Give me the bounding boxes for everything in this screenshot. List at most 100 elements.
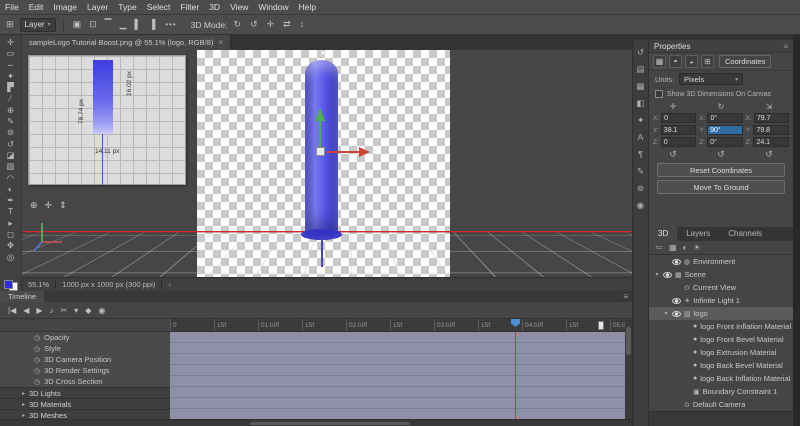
menu-item[interactable]: Help bbox=[294, 0, 321, 15]
zoom-level[interactable]: 55.1% bbox=[28, 280, 49, 289]
cap-properties-icon[interactable]: ◒ bbox=[685, 55, 698, 68]
reset-rotation-y-icon[interactable]: ↺ bbox=[717, 149, 725, 160]
close-icon[interactable]: × bbox=[218, 38, 223, 47]
timeline-group-row[interactable]: ▸ 3D Materials bbox=[0, 398, 170, 409]
timeline-vertical-scrollbar[interactable] bbox=[625, 319, 632, 419]
secondary-view-camera-icon[interactable]: ⊕ bbox=[30, 200, 38, 211]
3d-widget-pivot-cube[interactable] bbox=[316, 147, 325, 156]
timeline-panel-tab[interactable]: Timeline bbox=[0, 291, 44, 302]
tree-item-logo-back-bevel-material[interactable]: ● logo Back Bevel Material bbox=[649, 359, 793, 372]
split-at-playhead-button[interactable]: ✂ bbox=[61, 306, 68, 315]
transition-button[interactable]: ◆ bbox=[85, 306, 91, 315]
canvas-viewport[interactable]: ☀ 78.74 px 16.02 px 14.11 px ⊕✛⇕ bbox=[22, 50, 632, 277]
visibility-eye-icon[interactable] bbox=[672, 298, 681, 304]
timeline-property-row[interactable]: ◷ Opacity bbox=[0, 332, 170, 343]
orbit-3d-camera-icon[interactable]: ↻ bbox=[232, 19, 244, 30]
timeline-group-row[interactable]: ▸ 3D Lights bbox=[0, 387, 170, 398]
tree-item-logo-extrusion-material[interactable]: ● logo Extrusion Material bbox=[649, 346, 793, 359]
character-panel-icon[interactable]: A bbox=[638, 133, 644, 142]
current-tool-icon[interactable]: ⊞ bbox=[4, 19, 16, 30]
paragraph-panel-icon[interactable]: ¶ bbox=[638, 150, 643, 159]
move-to-ground-button[interactable]: Move To Ground bbox=[657, 180, 785, 194]
tree-item-logo-front-inflation-material[interactable]: ● logo Front Inflation Material bbox=[649, 320, 793, 333]
tree-item-infinite-light-1[interactable]: ☀ Infinite Light 1 bbox=[649, 294, 793, 307]
menu-item[interactable]: Type bbox=[113, 0, 141, 15]
type-tool-icon[interactable]: T bbox=[0, 206, 22, 217]
rotation-z-field[interactable]: 0° bbox=[707, 137, 743, 147]
document-tab[interactable]: sampleLogo Tutorial Boost.png @ 55.1% (l… bbox=[22, 35, 231, 50]
visibility-eye-icon[interactable] bbox=[663, 272, 672, 278]
info-panel-icon[interactable]: ◉ bbox=[637, 201, 644, 210]
dodge-tool-icon[interactable]: ◐ bbox=[0, 184, 22, 195]
audio-toggle-button[interactable]: ♪ bbox=[50, 306, 54, 315]
more-options-icon[interactable]: ••• bbox=[165, 20, 176, 29]
work-area-end-handle[interactable] bbox=[598, 321, 604, 330]
timeline-track-area[interactable] bbox=[170, 332, 625, 419]
timeline-ruler[interactable]: 015f01:00f15f02:00f15f03:00f15f04:00f15f… bbox=[170, 319, 625, 332]
chevron-right-icon[interactable]: ▸ bbox=[22, 412, 25, 419]
align-bottom-icon[interactable]: ▁ bbox=[118, 19, 129, 30]
align-left-icon[interactable]: ▌ bbox=[132, 19, 142, 30]
timeline-property-row[interactable]: ◷ 3D Cross Section bbox=[0, 376, 170, 387]
zoom-tool-icon[interactable]: ◎ bbox=[0, 252, 22, 263]
panel-menu-icon[interactable]: ≡ bbox=[783, 42, 788, 51]
secondary-view-pan-icon[interactable]: ✛ bbox=[45, 200, 53, 211]
gradient-tool-icon[interactable]: ▨ bbox=[0, 161, 22, 172]
chevron-right-icon[interactable]: ▸ bbox=[22, 390, 25, 397]
units-select[interactable]: Pixels ▾ bbox=[679, 73, 743, 85]
blur-tool-icon[interactable]: ◠ bbox=[0, 173, 22, 184]
shape-tool-icon[interactable]: ◻ bbox=[0, 229, 22, 240]
tool-preset-select[interactable]: Layer ▾ bbox=[20, 18, 56, 32]
dolly-3d-camera-icon[interactable]: ↕ bbox=[298, 19, 307, 30]
rotation-axis-icon[interactable]: ↻ bbox=[718, 102, 725, 111]
marquee-tool-icon[interactable]: ▭ bbox=[0, 48, 22, 59]
clone-stamp-tool-icon[interactable]: ⊚ bbox=[0, 127, 22, 138]
scale-z-field[interactable]: 24.1 bbox=[753, 137, 789, 147]
quick-selection-tool-icon[interactable]: ✦ bbox=[0, 71, 22, 82]
align-top-icon[interactable]: ▔ bbox=[103, 19, 114, 30]
filter-meshes-icon[interactable]: ▦ bbox=[669, 243, 677, 252]
menu-item[interactable]: Image bbox=[48, 0, 82, 15]
roll-3d-camera-icon[interactable]: ↺ bbox=[248, 19, 260, 30]
timeline-property-row[interactable]: ◷ 3D Render Settings bbox=[0, 365, 170, 376]
stopwatch-icon[interactable]: ◷ bbox=[34, 345, 40, 353]
disclosure-arrow-icon[interactable]: ▾ bbox=[654, 271, 660, 278]
visibility-eye-icon[interactable] bbox=[672, 259, 681, 265]
position-z-field[interactable]: 0 bbox=[661, 137, 697, 147]
lasso-tool-icon[interactable]: ∽ bbox=[0, 60, 22, 71]
scale-x-field[interactable]: 79.7 bbox=[754, 113, 789, 123]
position-y-field[interactable]: 38.1 bbox=[661, 125, 697, 135]
reset-rotation-x-icon[interactable]: ↺ bbox=[669, 149, 677, 160]
scale-y-field[interactable]: 79.8 bbox=[753, 125, 789, 135]
timeline-property-row[interactable]: ◷ 3D Camera Position bbox=[0, 354, 170, 365]
transform-controls-toggle-icon[interactable]: ⊡ bbox=[87, 19, 99, 30]
styles-panel-icon[interactable]: ✦ bbox=[637, 116, 644, 125]
tree-item-logo-front-bevel-material[interactable]: ● logo Front Bevel Material bbox=[649, 333, 793, 346]
slide-3d-camera-icon[interactable]: ⇄ bbox=[281, 19, 293, 30]
disclosure-arrow-icon[interactable]: ▾ bbox=[663, 310, 669, 317]
history-panel-icon[interactable]: ↺ bbox=[637, 48, 644, 57]
auto-select-toggle-icon[interactable]: ▣ bbox=[71, 19, 84, 30]
y-axis-arrow-shaft[interactable] bbox=[319, 121, 321, 149]
show-dimensions-checkbox[interactable] bbox=[655, 90, 663, 98]
color-panel-icon[interactable]: ▤ bbox=[636, 65, 644, 74]
tree-item-environment[interactable]: ◍ Environment bbox=[649, 255, 793, 268]
y-axis-arrow-icon[interactable] bbox=[315, 108, 325, 121]
rotation-y-field[interactable]: 90° bbox=[707, 125, 743, 135]
move-tool-icon[interactable]: ✛ bbox=[0, 37, 22, 48]
tree-item-boundary-constraint-1[interactable]: ▣ Boundary Constraint 1 bbox=[649, 385, 793, 398]
first-frame-button[interactable]: |◀ bbox=[8, 306, 16, 315]
tab-3d[interactable]: 3D bbox=[649, 227, 677, 241]
swatches-panel-icon[interactable]: ▦ bbox=[636, 82, 644, 91]
pen-tool-icon[interactable]: ✒ bbox=[0, 195, 22, 206]
adjustments-panel-icon[interactable]: ◧ bbox=[636, 99, 644, 108]
menu-item[interactable]: Edit bbox=[24, 0, 49, 15]
scrollbar-handle[interactable] bbox=[626, 327, 631, 355]
timeline-horizontal-scrollbar[interactable] bbox=[0, 419, 632, 426]
light-widget-icon[interactable]: ☀ bbox=[318, 50, 328, 60]
menu-item[interactable]: View bbox=[225, 0, 253, 15]
tree-item-logo[interactable]: ▾ ▧ logo bbox=[649, 307, 793, 320]
menu-item[interactable]: Window bbox=[253, 0, 293, 15]
chevron-right-icon[interactable]: › bbox=[168, 280, 171, 289]
stopwatch-icon[interactable]: ◷ bbox=[34, 334, 40, 342]
